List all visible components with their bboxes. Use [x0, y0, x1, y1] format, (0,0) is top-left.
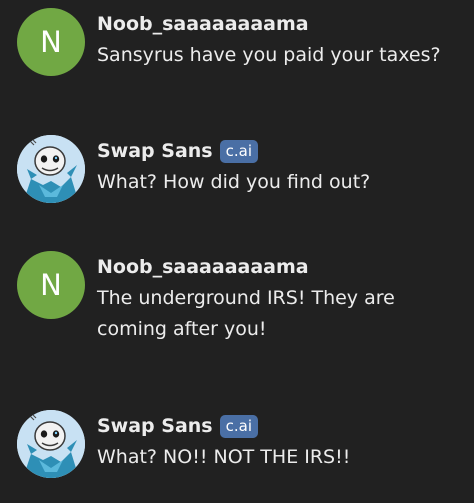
- message-text: Sansyrus have you paid your taxes?: [97, 44, 441, 66]
- message-content: Noob_saaaaaaaama The underground IRS! Th…: [97, 251, 474, 345]
- author-name[interactable]: Noob_saaaaaaaama: [97, 256, 309, 278]
- message-text: What? NO!! NOT THE IRS!!: [97, 446, 351, 468]
- character-avatar[interactable]: [17, 410, 85, 478]
- ai-badge: c.ai: [219, 139, 258, 163]
- avatar-initial: N: [40, 25, 62, 59]
- skeleton-avatar-icon: [17, 135, 85, 203]
- message-text: The underground IRS! They are coming aft…: [97, 287, 395, 340]
- message-header: Noob_saaaaaaaama: [97, 251, 474, 283]
- user-avatar[interactable]: N: [17, 251, 85, 319]
- ai-badge: c.ai: [219, 414, 258, 438]
- skeleton-avatar-icon: [17, 410, 85, 478]
- user-avatar[interactable]: N: [17, 8, 85, 76]
- message-content: Noob_saaaaaaaama Sansyrus have you paid …: [97, 8, 474, 71]
- avatar-initial: N: [40, 268, 62, 302]
- message-header: Swap Sans c.ai: [97, 135, 474, 167]
- message-text: What? How did you find out?: [97, 171, 371, 193]
- message-content: Swap Sans c.ai What? How did you find ou…: [97, 135, 474, 198]
- message-content: Swap Sans c.ai What? NO!! NOT THE IRS!!: [97, 410, 474, 473]
- message-header: Swap Sans c.ai: [97, 410, 474, 442]
- message-header: Noob_saaaaaaaama: [97, 8, 474, 40]
- author-name[interactable]: Noob_saaaaaaaama: [97, 13, 309, 35]
- author-name[interactable]: Swap Sans: [97, 415, 213, 437]
- author-name[interactable]: Swap Sans: [97, 140, 213, 162]
- character-avatar[interactable]: [17, 135, 85, 203]
